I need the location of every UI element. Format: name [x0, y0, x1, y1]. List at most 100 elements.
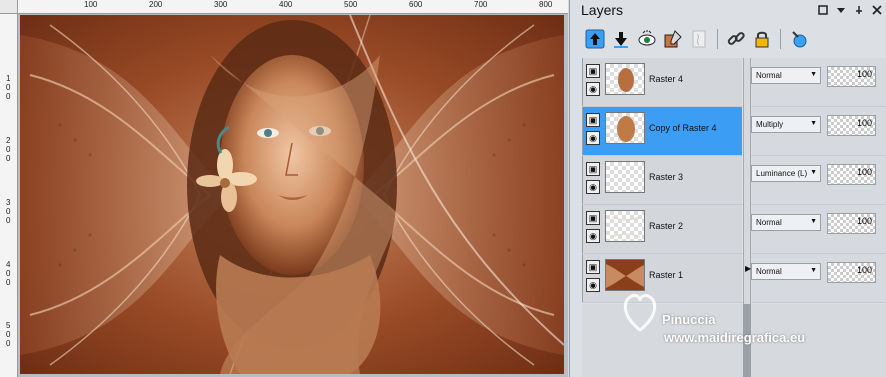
blend-mode-select[interactable]: Luminance (L) ▼ [751, 165, 821, 182]
ruler-left-label: 3 0 0 [6, 198, 11, 225]
opacity-field[interactable]: 100 [827, 115, 876, 136]
layer-row-info[interactable]: ▣ ◉ Raster 1 [582, 254, 742, 302]
ruler-top-label: 800 [539, 0, 553, 9]
link-icon[interactable] [725, 28, 747, 50]
ruler-left: 1 0 0 2 0 0 3 0 0 4 0 0 5 0 0 [0, 14, 18, 377]
maximize-icon[interactable] [818, 5, 828, 15]
layer-row[interactable]: ▣ ◉ Raster 2 Normal ▼ 100 [582, 205, 886, 254]
opacity-value: 100 [856, 118, 872, 128]
eye-icon[interactable]: ◉ [586, 131, 600, 145]
layer-thumbnail [605, 63, 645, 95]
ruler-top-label: 700 [474, 0, 488, 9]
menu-arrow-icon[interactable] [836, 5, 846, 15]
layer-row[interactable]: ▣ ◉ Raster 4 Normal ▼ 100 [582, 58, 886, 107]
layer-name: Raster 2 [649, 221, 684, 231]
layer-icons: ▣ ◉ [586, 64, 602, 96]
lock-icon[interactable] [751, 28, 773, 50]
ruler-top-label: 100 [84, 0, 98, 9]
layer-name: Raster 4 [649, 74, 684, 84]
blend-mode-select[interactable]: Normal ▼ [751, 67, 821, 84]
layer-row-info[interactable]: ▣ ◉ Raster 4 [582, 58, 742, 106]
layer-icons: ▣ ◉ [586, 211, 602, 243]
panel-splitter[interactable]: ▶ [743, 58, 751, 306]
eye-icon[interactable]: ◉ [586, 229, 600, 243]
toolbar-separator [717, 29, 718, 49]
layer-row-info[interactable]: ▣ ◉ Raster 2 [582, 205, 742, 253]
layer-row[interactable]: ▣ ◉ Copy of Raster 4 Multiply ▼ 100 [582, 107, 886, 156]
panel-title: Layers [581, 2, 624, 18]
panel-title-buttons [818, 5, 882, 15]
visibility-icon[interactable] [636, 28, 658, 50]
layer-thumbnail [605, 161, 645, 193]
blend-mode-value: Normal [756, 267, 782, 276]
eye-icon[interactable]: ◉ [586, 180, 600, 194]
layer-row-info[interactable]: ▣ ◉ Raster 3 [582, 156, 742, 204]
eye-icon[interactable]: ◉ [586, 82, 600, 96]
ruler-top-label: 400 [279, 0, 293, 9]
blend-mode-value: Normal [756, 218, 782, 227]
opacity-field[interactable]: 100 [827, 213, 876, 234]
opacity-value: 100 [856, 69, 872, 79]
layer-type-icon: ▣ [586, 162, 600, 176]
layers-panel: Layers ▣ ◉ Raster 4 Normal ▼ 100 ▣ ◉ Cop… [569, 0, 886, 377]
layer-settings: Normal ▼ 100 [751, 254, 886, 302]
close-icon[interactable] [872, 5, 882, 15]
ruler-top-label: 600 [409, 0, 423, 9]
layer-settings: Normal ▼ 100 [751, 205, 886, 253]
blend-mode-select[interactable]: Normal ▼ [751, 263, 821, 280]
layer-type-icon: ▣ [586, 113, 600, 127]
ruler-left-label: 5 0 0 [6, 321, 11, 348]
ruler-left-label: 2 0 0 [6, 136, 11, 163]
opacity-value: 100 [856, 265, 872, 275]
ruler-left-label: 4 0 0 [6, 260, 11, 287]
edit-icon[interactable] [662, 28, 684, 50]
layer-icons: ▣ ◉ [586, 113, 602, 145]
opacity-field[interactable]: 100 [827, 164, 876, 185]
dropdown-arrow-icon: ▼ [810, 120, 817, 127]
artwork-graphic [20, 15, 564, 374]
toolbar-separator [780, 29, 781, 49]
layer-settings: Multiply ▼ 100 [751, 107, 886, 155]
layer-icons: ▣ ◉ [586, 260, 602, 292]
ruler-corner [0, 0, 18, 14]
layer-settings: Luminance (L) ▼ 100 [751, 156, 886, 204]
move-up-icon[interactable] [584, 28, 606, 50]
ruler-top-label: 200 [149, 0, 163, 9]
opacity-field[interactable]: 100 [827, 262, 876, 283]
mask-icon[interactable] [688, 28, 710, 50]
blend-mode-value: Luminance (L) [756, 169, 808, 178]
layer-settings: Normal ▼ 100 [751, 58, 886, 106]
layer-thumbnail [605, 259, 645, 291]
layer-row-info[interactable]: ▣ ◉ Copy of Raster 4 [582, 107, 742, 155]
ruler-left-label: 1 0 0 [6, 74, 11, 101]
heart-icon [623, 294, 657, 332]
blend-mode-select[interactable]: Normal ▼ [751, 214, 821, 231]
move-down-icon[interactable] [610, 28, 632, 50]
dropdown-arrow-icon: ▼ [810, 71, 817, 78]
pin-icon[interactable] [854, 5, 864, 15]
layer-type-icon: ▣ [586, 211, 600, 225]
layer-thumbnail [605, 112, 645, 144]
canvas-area[interactable]: 100 200 300 400 500 600 700 800 1 0 0 2 … [0, 0, 568, 377]
blend-mode-select[interactable]: Multiply ▼ [751, 116, 821, 133]
layer-name: Raster 1 [649, 270, 684, 280]
properties-icon[interactable] [788, 28, 810, 50]
dropdown-arrow-icon: ▼ [810, 218, 817, 225]
opacity-value: 100 [856, 216, 872, 226]
opacity-value: 100 [856, 167, 872, 177]
layer-row[interactable]: ▣ ◉ Raster 3 Luminance (L) ▼ 100 [582, 156, 886, 205]
eye-icon[interactable]: ◉ [586, 278, 600, 292]
opacity-field[interactable]: 100 [827, 66, 876, 87]
layers-list: ▣ ◉ Raster 4 Normal ▼ 100 ▣ ◉ Copy of Ra… [582, 58, 886, 306]
dropdown-arrow-icon: ▼ [810, 267, 817, 274]
layer-icons: ▣ ◉ [586, 162, 602, 194]
layer-type-icon: ▣ [586, 260, 600, 274]
layer-name: Raster 3 [649, 172, 684, 182]
layers-toolbar [584, 27, 810, 51]
watermark-url: www.maidiregrafica.eu [664, 330, 806, 345]
ruler-top-label: 300 [214, 0, 228, 9]
ruler-top: 100 200 300 400 500 600 700 800 [18, 0, 568, 14]
splitter-arrow-icon[interactable]: ▶ [745, 264, 751, 274]
blend-mode-value: Normal [756, 71, 782, 80]
artwork-image[interactable] [20, 15, 564, 374]
